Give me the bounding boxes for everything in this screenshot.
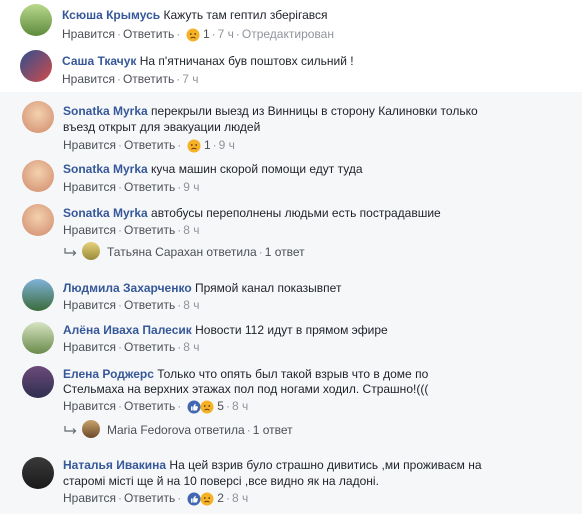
comment-author[interactable]: Sonatka Myrka <box>63 206 148 220</box>
edited-label[interactable]: Отредактирован <box>242 27 334 41</box>
comment-text: Только что опять был такой взрыв что в д… <box>157 367 429 381</box>
comment-author[interactable]: Саша Ткачук <box>62 54 136 68</box>
like-button[interactable]: Нравится <box>63 180 116 194</box>
avatar[interactable] <box>22 160 54 192</box>
reply-author[interactable]: Татьяна Сарахан <box>107 245 203 259</box>
avatar[interactable] <box>20 4 52 36</box>
avatar[interactable] <box>22 457 54 489</box>
like-reaction-icon[interactable] <box>187 400 201 414</box>
reply-count[interactable]: 1 ответ <box>265 245 305 259</box>
comment-text: Прямой канал показывпет <box>195 281 342 295</box>
reply-button[interactable]: Ответить <box>124 491 175 505</box>
comment-text-cont: въезд открыт для эвакуации людей <box>63 120 261 134</box>
comment-text: Кажуть там гептил зберігався <box>163 8 328 22</box>
comment-text: На п'ятничанах був поштовх сильний ! <box>139 54 354 68</box>
comment-time[interactable]: 8 ч <box>232 399 248 413</box>
comment-4: Sonatka Myrka куча машин скорой помощи е… <box>0 154 582 198</box>
sad-reaction-icon[interactable] <box>200 400 214 414</box>
reply-button[interactable]: Ответить <box>124 399 175 413</box>
reaction-count[interactable]: 2 <box>217 491 224 505</box>
reply-button[interactable]: Ответить <box>124 298 175 312</box>
comment-2: Саша Ткачук На п'ятничанах був поштовх с… <box>0 44 582 88</box>
reply-button[interactable]: Ответить <box>124 340 175 354</box>
sad-reaction-icon[interactable] <box>187 139 201 153</box>
comment-author[interactable]: Наталья Ивакина <box>63 458 166 472</box>
comment-text: Новости 112 идут в прямом эфире <box>195 323 388 337</box>
sad-reaction-icon[interactable] <box>200 492 214 506</box>
like-button[interactable]: Нравится <box>63 399 116 413</box>
sad-reaction-icon[interactable] <box>186 28 200 42</box>
comment-3: Sonatka Myrka перекрыли выезд из Винницы… <box>0 96 582 154</box>
comment-1: Ксюша Крымусь Кажуть там гептил зберігав… <box>0 0 582 44</box>
avatar[interactable] <box>20 50 52 82</box>
reply-author[interactable]: Maria Fedorova <box>107 423 191 437</box>
comment-time[interactable]: 9 ч <box>219 138 235 152</box>
reply-button[interactable]: Ответить <box>123 72 174 86</box>
comment-text-cont: Стельмаха на верхних этажах пол под нога… <box>63 382 429 396</box>
reply-avatar[interactable] <box>82 242 100 260</box>
reply-button[interactable]: Ответить <box>124 180 175 194</box>
reaction-count[interactable]: 5 <box>217 399 224 413</box>
like-button[interactable]: Нравится <box>63 138 116 152</box>
avatar[interactable] <box>22 279 54 311</box>
comment-text: перекрыли выезд из Винницы в сторону Кал… <box>151 104 478 118</box>
avatar[interactable] <box>22 322 54 354</box>
comment-time[interactable]: 9 ч <box>183 180 199 194</box>
comment-author[interactable]: Алёна Иваха Палесик <box>63 323 192 337</box>
comment-author[interactable]: Sonatka Myrka <box>63 104 148 118</box>
reply-count[interactable]: 1 ответ <box>253 423 293 437</box>
comment-9: Наталья Ивакина На цей взрив було страшн… <box>0 452 582 512</box>
comment-6: Людмила Захарченко Прямой канал показывп… <box>0 274 582 316</box>
view-replies-link[interactable] <box>64 244 84 258</box>
comment-7: Алёна Иваха Палесик Новости 112 идут в п… <box>0 316 582 360</box>
comment-text: На цей взрив було страшно дивитись ,ми п… <box>169 458 482 472</box>
comment-8: Елена Роджерс Только что опять был такой… <box>0 360 582 446</box>
comment-text: автобусы переполнены людьми есть пострад… <box>151 206 441 220</box>
like-button[interactable]: Нравится <box>62 27 115 41</box>
reply-button[interactable]: Ответить <box>124 138 175 152</box>
like-button[interactable]: Нравится <box>63 298 116 312</box>
comment-time[interactable]: 7 ч <box>218 27 234 41</box>
reply-verb: ответила <box>194 423 245 437</box>
reply-button[interactable]: Ответить <box>123 27 174 41</box>
like-button[interactable]: Нравится <box>62 72 115 86</box>
avatar[interactable] <box>22 366 54 398</box>
comment-text-cont: старомі місті ще й на 10 поверсі ,все ви… <box>63 474 379 488</box>
reaction-count[interactable]: 1 <box>204 138 211 152</box>
comment-author[interactable]: Ксюша Крымусь <box>62 8 160 22</box>
comment-author[interactable]: Елена Роджерс <box>63 367 154 381</box>
comment-author[interactable]: Sonatka Myrka <box>63 162 148 176</box>
reply-arrow-icon <box>64 247 77 256</box>
reply-button[interactable]: Ответить <box>124 223 175 237</box>
like-button[interactable]: Нравится <box>63 340 116 354</box>
reply-arrow-icon <box>64 425 77 434</box>
avatar[interactable] <box>22 101 54 133</box>
reply-avatar[interactable] <box>82 420 100 438</box>
comment-time[interactable]: 8 ч <box>232 491 248 505</box>
comment-text: куча машин скорой помощи едут туда <box>151 162 363 176</box>
like-reaction-icon[interactable] <box>187 492 201 506</box>
reply-verb: ответила <box>206 245 257 259</box>
comment-time[interactable]: 8 ч <box>183 298 199 312</box>
like-button[interactable]: Нравится <box>63 223 116 237</box>
view-replies-link[interactable] <box>64 422 78 436</box>
comment-time[interactable]: 8 ч <box>183 340 199 354</box>
comment-author[interactable]: Людмила Захарченко <box>63 281 192 295</box>
comment-time[interactable]: 8 ч <box>183 223 199 237</box>
reaction-count[interactable]: 1 <box>203 27 210 41</box>
comment-time[interactable]: 7 ч <box>182 72 198 86</box>
like-button[interactable]: Нравится <box>63 491 116 505</box>
avatar[interactable] <box>22 204 54 236</box>
comment-5: Sonatka Myrka автобусы переполнены людьм… <box>0 198 582 264</box>
